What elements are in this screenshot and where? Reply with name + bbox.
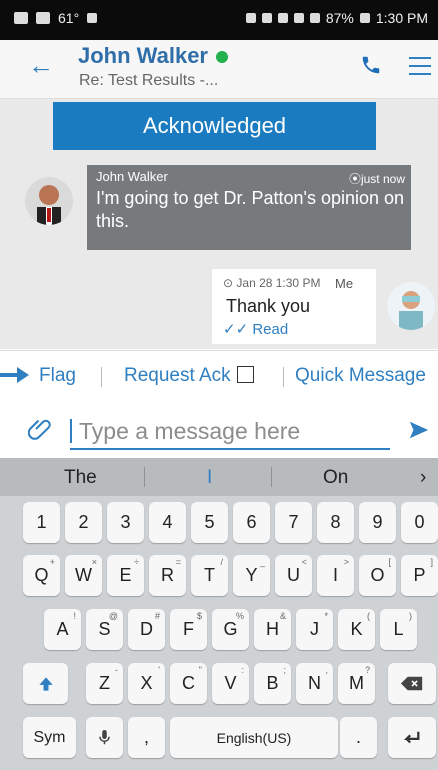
message-composer: Type a message here bbox=[0, 402, 438, 458]
paperclip-icon[interactable] bbox=[28, 417, 52, 441]
enter-key-icon[interactable] bbox=[388, 717, 436, 758]
suggestion-bar: The I On › bbox=[0, 458, 438, 496]
message-sender: John Walker bbox=[96, 169, 168, 184]
status-bar: 61° 87% 1:30 PM bbox=[0, 0, 438, 40]
key-v[interactable]: V: bbox=[212, 663, 249, 704]
quick-message-button[interactable]: Quick Message bbox=[295, 365, 426, 387]
hamburger-icon[interactable] bbox=[409, 57, 431, 81]
text-cursor bbox=[70, 419, 72, 443]
bluetooth-icon bbox=[261, 13, 272, 23]
key-s[interactable]: S @ bbox=[86, 609, 123, 650]
key-4[interactable]: 4 bbox=[149, 502, 186, 543]
signal-icon bbox=[309, 13, 320, 23]
key-7[interactable]: 7 bbox=[275, 502, 312, 543]
shift-key-icon[interactable] bbox=[23, 663, 68, 704]
key-3[interactable]: 3 bbox=[107, 502, 144, 543]
online-indicator bbox=[216, 51, 228, 64]
key-j[interactable]: J * bbox=[296, 609, 333, 650]
key-g[interactable]: G% bbox=[212, 609, 249, 650]
back-arrow-icon[interactable]: ← bbox=[28, 50, 54, 80]
key-w[interactable]: W × bbox=[65, 555, 102, 596]
comma-key[interactable]: , bbox=[128, 717, 165, 758]
key-a[interactable]: A! bbox=[44, 609, 81, 650]
message-input[interactable]: Type a message here bbox=[70, 414, 390, 450]
read-status: ✓✓ Read bbox=[223, 321, 289, 338]
key-9[interactable]: 9 bbox=[359, 502, 396, 543]
sender-avatar bbox=[25, 177, 73, 225]
key-o[interactable]: O[ bbox=[359, 555, 396, 596]
period-key[interactable]: . bbox=[340, 717, 377, 758]
conversation-header: ← John Walker Re: Test Results -... bbox=[0, 40, 438, 99]
suggestion-on[interactable]: On bbox=[323, 467, 348, 489]
key-y[interactable]: Y _ bbox=[233, 555, 270, 596]
space-key[interactable]: English(US) bbox=[170, 717, 338, 758]
key-0[interactable]: 0 bbox=[401, 502, 438, 543]
key-m[interactable]: M? bbox=[338, 663, 375, 704]
message-text: I'm going to get Dr. Patton's opinion on… bbox=[96, 188, 405, 231]
outgoing-message[interactable]: ⊙ Jan 28 1:30 PM Me Thank you ✓✓ Read bbox=[212, 269, 376, 344]
send-icon[interactable] bbox=[408, 419, 430, 441]
request-ack-checkbox[interactable] bbox=[236, 366, 254, 383]
video-icon bbox=[14, 12, 28, 24]
battery-percent: 87% bbox=[325, 10, 354, 26]
request-ack-button[interactable]: Request Ack bbox=[124, 365, 254, 387]
key-z[interactable]: Z- bbox=[86, 663, 123, 704]
message-time: ⦿just now bbox=[348, 172, 405, 186]
key-p[interactable]: P] bbox=[401, 555, 438, 596]
key-t[interactable]: T / bbox=[191, 555, 228, 596]
sym-key[interactable]: Sym bbox=[23, 717, 76, 758]
wifi-icon bbox=[293, 13, 304, 23]
key-c[interactable]: C " bbox=[170, 663, 207, 704]
key-b[interactable]: B; bbox=[254, 663, 291, 704]
temperature: 61° bbox=[58, 10, 80, 26]
suggestion-i[interactable]: I bbox=[207, 467, 212, 489]
key-i[interactable]: I > bbox=[317, 555, 354, 596]
own-avatar bbox=[387, 282, 435, 330]
backspace-key-icon[interactable] bbox=[388, 663, 436, 704]
message-list: Acknowledged John Walker ⦿just now I'm g… bbox=[0, 99, 438, 349]
conversation-subject: Re: Test Results -... bbox=[79, 72, 219, 89]
key-r[interactable]: R = bbox=[149, 555, 186, 596]
key-d[interactable]: D # bbox=[128, 609, 165, 650]
phone-icon[interactable] bbox=[360, 54, 382, 76]
key-l[interactable]: L) bbox=[380, 609, 417, 650]
mute-icon bbox=[277, 13, 288, 23]
message-date: ⊙ Jan 28 1:30 PM bbox=[223, 276, 321, 290]
key-q[interactable]: Q + bbox=[23, 555, 60, 596]
key-k[interactable]: K( bbox=[338, 609, 375, 650]
flag-button[interactable]: Flag bbox=[39, 365, 76, 387]
key-h[interactable]: H & bbox=[254, 609, 291, 650]
message-text: Thank you bbox=[226, 296, 311, 316]
key-1[interactable]: 1 bbox=[23, 502, 60, 543]
chevron-right-icon[interactable]: › bbox=[420, 467, 426, 489]
clock: 1:30 PM bbox=[375, 10, 428, 26]
nfc-icon bbox=[245, 13, 256, 23]
key-6[interactable]: 6 bbox=[233, 502, 270, 543]
key-f[interactable]: F $ bbox=[170, 609, 207, 650]
microphone-key-icon[interactable] bbox=[86, 717, 123, 758]
arrow-pointer-icon bbox=[0, 367, 29, 383]
key-n[interactable]: N, bbox=[296, 663, 333, 704]
key-5[interactable]: 5 bbox=[191, 502, 228, 543]
incoming-message[interactable]: John Walker ⦿just now I'm going to get D… bbox=[87, 165, 411, 250]
key-x[interactable]: X ' bbox=[128, 663, 165, 704]
battery-icon bbox=[359, 13, 370, 23]
key-e[interactable]: E ÷ bbox=[107, 555, 144, 596]
key-2[interactable]: 2 bbox=[65, 502, 102, 543]
virtual-keyboard: The I On › 1 2 3 4 5 6 7 8 9 0 Q + W × E ÷ R = T / Y _ U < I > O[P… bbox=[0, 458, 438, 770]
message-author: Me bbox=[335, 276, 354, 291]
acknowledged-button[interactable]: Acknowledged bbox=[53, 102, 376, 150]
gallery-icon bbox=[36, 12, 50, 24]
app-icon bbox=[87, 13, 98, 23]
key-8[interactable]: 8 bbox=[317, 502, 354, 543]
message-actions: Flag Request Ack Quick Message bbox=[0, 350, 438, 403]
key-u[interactable]: U < bbox=[275, 555, 312, 596]
suggestion-the[interactable]: The bbox=[64, 467, 97, 489]
contact-name: John Walker bbox=[78, 43, 228, 69]
